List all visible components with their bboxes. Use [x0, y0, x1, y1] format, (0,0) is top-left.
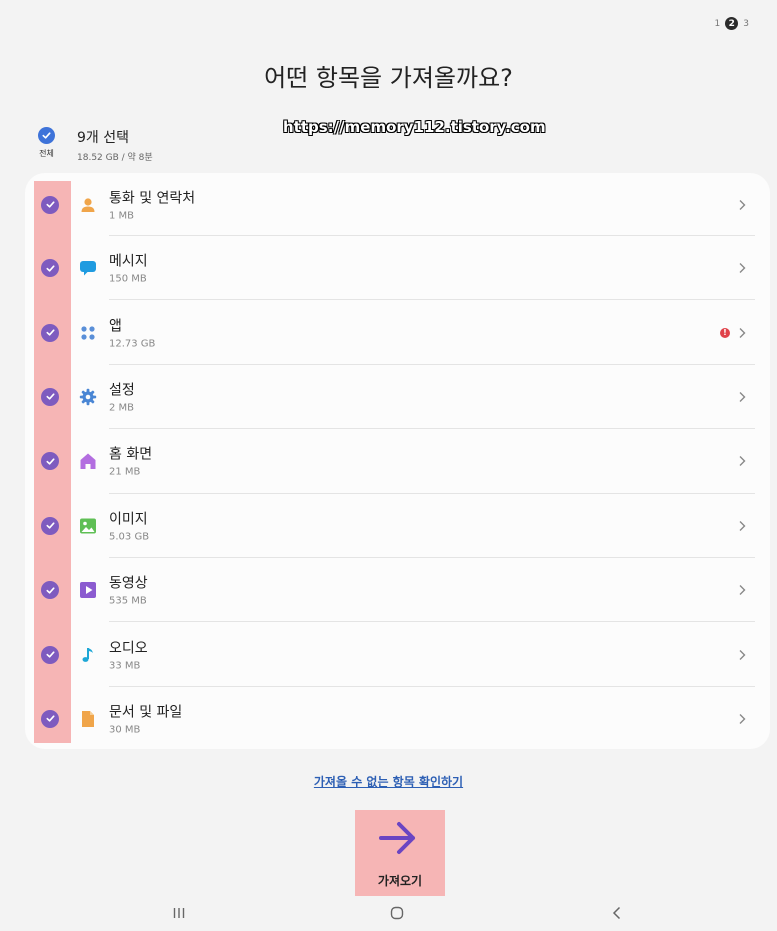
- home-button-icon[interactable]: [390, 906, 404, 920]
- item-title: 동영상: [109, 575, 148, 592]
- recent-apps-icon[interactable]: [172, 906, 186, 920]
- chevron-right-icon: [739, 456, 746, 467]
- list-item-messages[interactable]: 메시지 150 MB: [25, 236, 770, 301]
- home-icon: [78, 451, 98, 471]
- select-all-label: 전체: [39, 149, 54, 158]
- import-button-label: 가져오기: [377, 874, 423, 888]
- select-all-toggle[interactable]: 전체: [38, 127, 55, 159]
- step-current: 2: [725, 17, 739, 30]
- import-button[interactable]: 가져오기: [355, 810, 445, 896]
- check-icon[interactable]: [41, 323, 59, 342]
- chevron-right-icon: [739, 585, 746, 596]
- item-size: 150 MB: [109, 273, 147, 285]
- select-all-check-icon: [38, 127, 55, 144]
- check-icon[interactable]: [41, 516, 59, 535]
- list-item-audio[interactable]: 오디오 33 MB: [25, 622, 770, 687]
- item-title: 문서 및 파일: [109, 704, 183, 721]
- system-nav-bar: [0, 903, 777, 931]
- list-item-images[interactable]: 이미지 5.03 GB: [25, 494, 770, 558]
- contact-person-icon: [78, 195, 98, 215]
- item-title: 오디오: [109, 639, 148, 656]
- list-item-apps[interactable]: 앱 12.73 GB !: [25, 300, 770, 365]
- item-title: 통화 및 연락처: [109, 189, 196, 206]
- item-size: 535 MB: [109, 595, 147, 607]
- chevron-right-icon: [739, 713, 746, 724]
- chevron-right-icon: [739, 263, 746, 274]
- watermark: https://memory112.tistory.com: [283, 118, 546, 136]
- video-play-icon: [78, 580, 98, 600]
- item-title: 앱: [109, 317, 122, 334]
- item-size: 30 MB: [109, 724, 141, 736]
- step-3: 3: [743, 18, 749, 29]
- page-title: 어떤 항목을 가져올까요?: [264, 64, 513, 92]
- list-item-home-screen[interactable]: 홈 화면 21 MB: [25, 429, 770, 494]
- check-icon[interactable]: [41, 195, 59, 214]
- image-icon: [78, 516, 98, 536]
- settings-gear-icon: [78, 387, 98, 407]
- item-size: 2 MB: [109, 402, 135, 414]
- item-title: 이미지: [109, 511, 148, 528]
- warning-badge: !: [720, 327, 730, 338]
- item-list: 통화 및 연락처 1 MB 메시지 150 MB 앱 12.73 GB ! 설정…: [25, 173, 770, 751]
- check-icon[interactable]: [41, 387, 59, 406]
- document-icon: [78, 709, 98, 729]
- item-size: 21 MB: [109, 466, 141, 478]
- music-note-icon: [78, 645, 98, 665]
- unsupported-items-link[interactable]: 가져올 수 없는 항목 확인하기: [0, 773, 777, 790]
- selection-summary: 9개 선택 18.52 GB / 약 8분: [77, 127, 153, 163]
- apps-grid-icon: [78, 323, 98, 343]
- check-icon[interactable]: [41, 452, 59, 471]
- back-icon[interactable]: [610, 906, 624, 920]
- step-1: 1: [714, 18, 721, 29]
- chevron-right-icon: [739, 391, 746, 402]
- selected-count: 9개 선택: [77, 130, 129, 146]
- item-size: 1 MB: [109, 209, 135, 221]
- check-icon[interactable]: [41, 709, 59, 728]
- item-size: 5.03 GB: [109, 531, 150, 543]
- selected-size: 18.52 GB / 약 8분: [77, 153, 153, 163]
- item-size: 12.73 GB: [109, 337, 156, 349]
- chevron-right-icon: [739, 649, 746, 660]
- check-icon[interactable]: [41, 581, 59, 600]
- message-bubble-icon: [78, 258, 98, 278]
- list-item-documents[interactable]: 문서 및 파일 30 MB: [25, 687, 770, 751]
- item-title: 메시지: [109, 253, 148, 270]
- chevron-right-icon: [739, 327, 746, 338]
- list-item-videos[interactable]: 동영상 535 MB: [25, 558, 770, 623]
- chevron-right-icon: [739, 199, 746, 210]
- list-item-contacts[interactable]: 통화 및 연락처 1 MB: [25, 173, 770, 236]
- arrow-right-icon: [379, 822, 415, 854]
- item-title: 홈 화면: [109, 446, 153, 463]
- step-indicator: 1 2 3: [715, 17, 749, 30]
- chevron-right-icon: [739, 520, 746, 531]
- check-icon[interactable]: [41, 259, 59, 278]
- check-icon[interactable]: [41, 645, 59, 664]
- item-title: 설정: [109, 382, 135, 399]
- list-item-settings[interactable]: 설정 2 MB: [25, 365, 770, 430]
- item-size: 33 MB: [109, 659, 141, 671]
